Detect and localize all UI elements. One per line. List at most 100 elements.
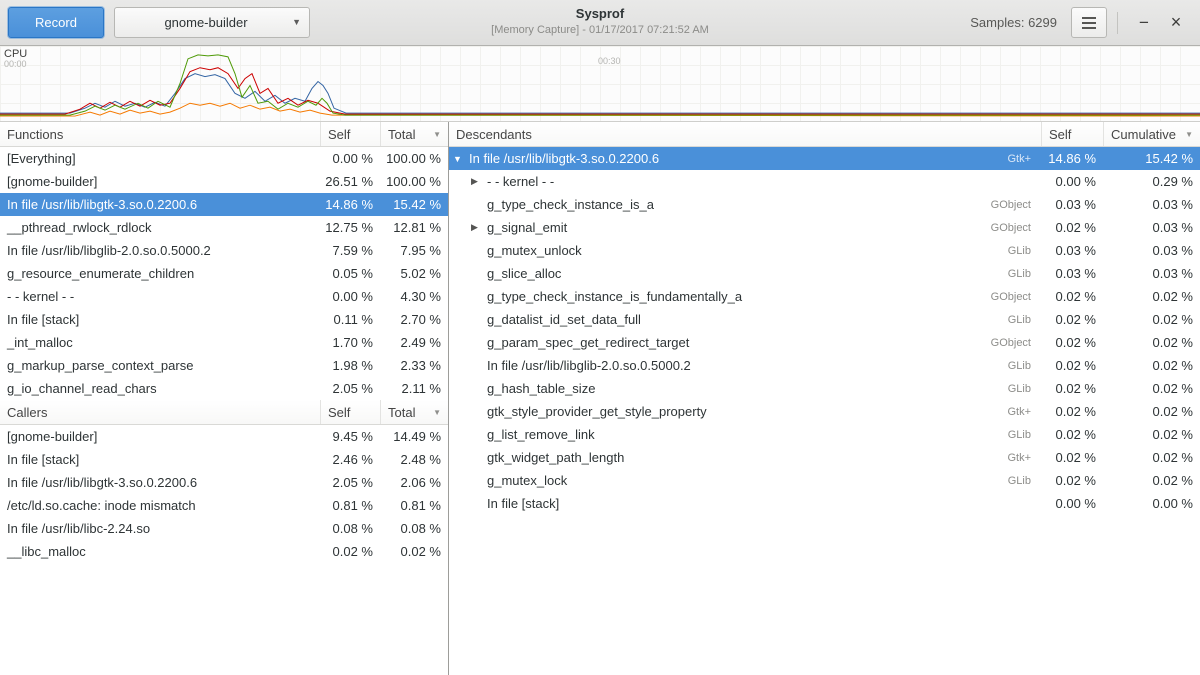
descendant-name-cell: ▶- - kernel - - (449, 174, 1031, 189)
table-row[interactable]: ▼In file /usr/lib/libgtk-3.so.0.2200.6Gt… (449, 147, 1200, 170)
descendant-name-cell: g_hash_table_size (449, 381, 1008, 396)
table-row[interactable]: In file /usr/lib/libc-2.24.so0.08 %0.08 … (0, 517, 448, 540)
table-row[interactable]: ▶g_signal_emitGObject0.02 %0.03 % (449, 216, 1200, 239)
table-row[interactable]: [Everything]0.00 %100.00 % (0, 147, 448, 170)
self-percent: 14.86 % (1041, 151, 1103, 166)
descendant-name-cell: g_slice_alloc (449, 266, 1008, 281)
table-row[interactable]: In file /usr/lib/libgtk-3.so.0.2200.614.… (0, 193, 448, 216)
self-percent: 0.00 % (1041, 174, 1103, 189)
cpu-red-line (0, 68, 1200, 114)
library-badge: GLib (1008, 360, 1041, 372)
menu-button[interactable] (1071, 7, 1107, 38)
total-percent: 0.02 % (380, 544, 448, 559)
function-name: gtk_style_provider_get_style_property (487, 404, 707, 419)
cumulative-percent: 0.02 % (1103, 473, 1200, 488)
self-percent: 0.02 % (1041, 381, 1103, 396)
table-row[interactable]: __libc_malloc0.02 %0.02 % (0, 540, 448, 563)
table-row[interactable]: gtk_widget_path_lengthGtk+0.02 %0.02 % (449, 446, 1200, 469)
library-badge: GLib (1008, 475, 1041, 487)
table-row[interactable]: g_markup_parse_context_parse1.98 %2.33 % (0, 354, 448, 377)
self-percent: 0.02 % (1041, 312, 1103, 327)
table-row[interactable]: In file /usr/lib/libglib-2.0.so.0.5000.2… (449, 354, 1200, 377)
table-row[interactable]: g_hash_table_sizeGLib0.02 %0.02 % (449, 377, 1200, 400)
function-name: /etc/ld.so.cache: inode mismatch (0, 498, 320, 513)
cumulative-percent: 0.02 % (1103, 358, 1200, 373)
table-row[interactable]: ▶- - kernel - -0.00 %0.29 % (449, 170, 1200, 193)
expander-expanded-icon[interactable]: ▼ (453, 154, 469, 164)
cpu-graph[interactable]: CPU 00:00 00:30 (0, 46, 1200, 122)
process-selector-label: gnome-builder (125, 15, 287, 30)
table-row[interactable]: [gnome-builder]26.51 %100.00 % (0, 170, 448, 193)
function-name: g_type_check_instance_is_fundamentally_a (487, 289, 742, 304)
table-row[interactable]: In file [stack]2.46 %2.48 % (0, 448, 448, 471)
table-row[interactable]: g_slice_allocGLib0.03 %0.03 % (449, 262, 1200, 285)
cumulative-percent: 0.02 % (1103, 381, 1200, 396)
minimize-button[interactable]: − (1128, 7, 1160, 39)
record-button[interactable]: Record (8, 7, 104, 38)
close-button[interactable]: × (1160, 7, 1192, 39)
library-badge: GObject (991, 291, 1041, 303)
table-row[interactable]: g_list_remove_linkGLib0.02 %0.02 % (449, 423, 1200, 446)
function-name: g_datalist_id_set_data_full (487, 312, 641, 327)
callers-column-header[interactable]: Callers (0, 400, 320, 424)
descendants-self-column-header[interactable]: Self (1041, 122, 1103, 146)
self-percent: 1.98 % (320, 358, 380, 373)
total-percent: 0.81 % (380, 498, 448, 513)
table-row[interactable]: __pthread_rwlock_rdlock12.75 %12.81 % (0, 216, 448, 239)
table-row[interactable]: In file [stack]0.11 %2.70 % (0, 308, 448, 331)
library-badge: Gtk+ (1007, 153, 1041, 165)
table-row[interactable]: g_io_channel_read_chars2.05 %2.11 % (0, 377, 448, 400)
self-percent: 26.51 % (320, 174, 380, 189)
table-row[interactable]: g_mutex_unlockGLib0.03 %0.03 % (449, 239, 1200, 262)
cumulative-percent: 0.02 % (1103, 312, 1200, 327)
function-name: - - kernel - - (0, 289, 320, 304)
function-name: [Everything] (0, 151, 320, 166)
table-row[interactable]: [gnome-builder]9.45 %14.49 % (0, 425, 448, 448)
table-row[interactable]: g_mutex_lockGLib0.02 %0.02 % (449, 469, 1200, 492)
table-row[interactable]: In file [stack]0.00 %0.00 % (449, 492, 1200, 515)
callers-total-column-header[interactable]: Total ▼ (380, 400, 448, 424)
descendant-name-cell: g_type_check_instance_is_a (449, 197, 991, 212)
functions-column-header[interactable]: Functions (0, 122, 320, 146)
sort-descending-icon: ▼ (429, 130, 441, 139)
function-name: gtk_widget_path_length (487, 450, 624, 465)
sort-descending-icon: ▼ (1181, 130, 1193, 139)
table-row[interactable]: g_type_check_instance_is_aGObject0.03 %0… (449, 193, 1200, 216)
process-selector[interactable]: gnome-builder ▼ (114, 7, 310, 38)
total-percent: 2.33 % (380, 358, 448, 373)
descendant-name-cell: g_param_spec_get_redirect_target (449, 335, 991, 350)
functions-self-column-header[interactable]: Self (320, 122, 380, 146)
expander-collapsed-icon[interactable]: ▶ (471, 176, 487, 187)
cumulative-percent: 0.03 % (1103, 220, 1200, 235)
table-row[interactable]: _int_malloc1.70 %2.49 % (0, 331, 448, 354)
table-row[interactable]: In file /usr/lib/libgtk-3.so.0.2200.62.0… (0, 471, 448, 494)
self-percent: 0.00 % (1041, 496, 1103, 511)
callers-self-column-header[interactable]: Self (320, 400, 380, 424)
descendant-name-cell: g_mutex_unlock (449, 243, 1008, 258)
functions-table: [Everything]0.00 %100.00 %[gnome-builder… (0, 147, 448, 400)
table-row[interactable]: /etc/ld.so.cache: inode mismatch0.81 %0.… (0, 494, 448, 517)
library-badge: GLib (1008, 268, 1041, 280)
descendants-cumulative-column-header[interactable]: Cumulative ▼ (1103, 122, 1200, 146)
total-percent: 2.48 % (380, 452, 448, 467)
table-row[interactable]: g_type_check_instance_is_fundamentally_a… (449, 285, 1200, 308)
library-badge: GLib (1008, 383, 1041, 395)
descendants-column-header[interactable]: Descendants (449, 122, 1041, 146)
functions-total-column-header[interactable]: Total ▼ (380, 122, 448, 146)
function-name: In file [stack] (0, 312, 320, 327)
table-row[interactable]: - - kernel - -0.00 %4.30 % (0, 285, 448, 308)
expander-collapsed-icon[interactable]: ▶ (471, 222, 487, 233)
total-percent: 0.08 % (380, 521, 448, 536)
descendant-name-cell: In file /usr/lib/libglib-2.0.so.0.5000.2 (449, 358, 1008, 373)
table-row[interactable]: In file /usr/lib/libglib-2.0.so.0.5000.2… (0, 239, 448, 262)
callers-total-column-label: Total (388, 405, 415, 420)
table-row[interactable]: g_resource_enumerate_children0.05 %5.02 … (0, 262, 448, 285)
self-percent: 1.70 % (320, 335, 380, 350)
table-row[interactable]: g_datalist_id_set_data_fullGLib0.02 %0.0… (449, 308, 1200, 331)
table-row[interactable]: g_param_spec_get_redirect_targetGObject0… (449, 331, 1200, 354)
function-name: g_signal_emit (487, 220, 567, 235)
total-percent: 5.02 % (380, 266, 448, 281)
function-name: In file [stack] (487, 496, 559, 511)
table-row[interactable]: gtk_style_provider_get_style_propertyGtk… (449, 400, 1200, 423)
self-percent: 0.05 % (320, 266, 380, 281)
